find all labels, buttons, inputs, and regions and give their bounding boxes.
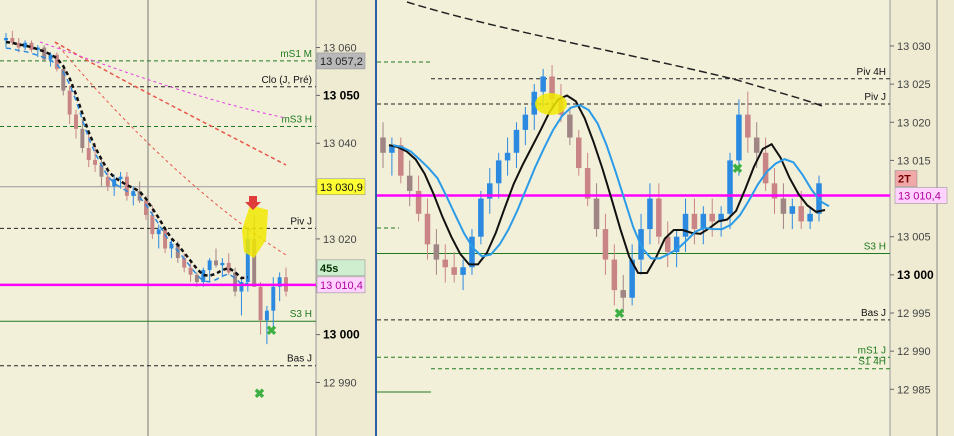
y-tick-label: 13 000: [323, 328, 360, 342]
y-tick-label: 12 990: [897, 346, 931, 358]
chart-panel-right[interactable]: 13 030 13 025 13 020 13 015 13 005 13 000 12 9…: [377, 0, 954, 436]
candle-body: [540, 76, 546, 92]
price-label: 45s: [320, 263, 338, 275]
candle-body: [4, 37, 8, 41]
candle-body: [264, 310, 269, 321]
candle-body: [522, 114, 529, 130]
price-label: 13 057,2: [320, 56, 363, 68]
y-tick-label: 12 990: [323, 377, 357, 389]
candle-body: [495, 160, 502, 184]
level-label: Piv J: [290, 216, 312, 227]
signal-highlight: [535, 93, 567, 115]
candle-body: [226, 262, 231, 273]
candle-body: [214, 260, 218, 266]
y-tick-label: 13 020: [323, 234, 357, 246]
candle-body: [620, 290, 627, 298]
candle-body: [807, 213, 813, 222]
level-label: Bas J: [861, 308, 886, 319]
candle-body: [567, 114, 573, 138]
trading-workspace: 13 06013 05013 04013 03013 02013 01013 0…: [0, 0, 954, 436]
candle-body: [575, 137, 582, 169]
candle-body: [433, 244, 440, 260]
plot-area: [377, 0, 890, 436]
level-label: Clo (J, Pré): [261, 75, 312, 86]
level-label: mS1 M: [280, 49, 312, 60]
candle-body: [789, 206, 796, 214]
candle-body: [478, 198, 484, 237]
level-label: S3 H: [864, 241, 886, 252]
price-axis: [890, 0, 954, 436]
candle-body: [691, 213, 698, 230]
target-x-icon: ✖: [266, 323, 277, 338]
target-x-icon: ✖: [254, 386, 265, 401]
candle-body: [584, 168, 591, 199]
price-label: 13 030,9: [320, 182, 363, 194]
candle-body: [504, 152, 511, 161]
candle-body: [753, 137, 760, 153]
level-label: Piv 4H: [857, 67, 886, 78]
candle-body: [780, 198, 787, 214]
candle-body: [745, 114, 751, 138]
candle-body: [233, 272, 238, 292]
level-label: mS1 J: [858, 345, 886, 356]
y-tick-label: 13 040: [323, 138, 357, 150]
candle-body: [80, 128, 85, 149]
price-label: 13 010,4: [320, 280, 363, 292]
y-tick-label: 12 995: [897, 308, 931, 320]
candle-body: [442, 259, 449, 268]
y-tick-label: 12 985: [897, 384, 931, 396]
candle-body: [258, 286, 263, 321]
y-tick-label: 13 050: [323, 88, 360, 102]
candle-body: [271, 286, 276, 311]
candle-body: [451, 267, 457, 275]
y-tick-label: 13 000: [897, 268, 934, 282]
level-label: S3 H: [290, 309, 312, 320]
level-label: Bas J: [287, 354, 312, 365]
candle-body: [406, 175, 413, 191]
candle-body: [207, 260, 212, 271]
candle-body: [93, 159, 98, 165]
candle-body: [798, 206, 804, 222]
candle-body: [194, 274, 199, 282]
candle-body: [220, 262, 225, 266]
candle-body: [682, 213, 689, 237]
price-label: 13 010,4: [898, 191, 941, 203]
candle-body: [647, 198, 653, 230]
candle-body: [163, 229, 168, 249]
y-tick-label: 13 030: [897, 41, 931, 53]
candle-body: [602, 229, 609, 260]
target-x-icon: ✖: [614, 306, 625, 321]
candle-body: [67, 90, 72, 115]
chart-panel-left[interactable]: 13 06013 05013 04013 03013 02013 01013 0…: [0, 0, 375, 436]
candle-body: [188, 267, 193, 275]
candle-body: [86, 148, 91, 160]
candle-body: [593, 198, 600, 230]
target-x-icon: ✖: [732, 161, 743, 176]
candle-body: [611, 259, 618, 291]
candle-body: [150, 215, 155, 235]
level-label: Piv J: [864, 92, 886, 103]
level-label: S1 4H: [858, 357, 886, 368]
candle-body: [74, 114, 78, 129]
candle-body: [424, 213, 431, 245]
candle-body: [48, 54, 53, 60]
candle-body: [709, 213, 715, 222]
y-tick-label: 13 025: [897, 79, 931, 91]
candle-body: [656, 198, 662, 237]
candle-body: [112, 179, 117, 187]
candle-body: [700, 213, 707, 230]
price-label: 2T: [898, 174, 911, 186]
candle-body: [513, 129, 520, 153]
candle-body: [762, 152, 769, 184]
candle-body: [105, 176, 110, 187]
candle-body: [736, 114, 742, 161]
y-tick-label: 13 015: [897, 155, 931, 167]
candle-body: [380, 137, 386, 153]
candle-body: [156, 229, 161, 235]
level-label: mS3 H: [281, 114, 312, 125]
candle-body: [118, 176, 123, 180]
y-tick-label: 13 020: [897, 117, 931, 129]
y-tick-label: 13 005: [897, 232, 931, 244]
candle-body: [460, 267, 466, 275]
